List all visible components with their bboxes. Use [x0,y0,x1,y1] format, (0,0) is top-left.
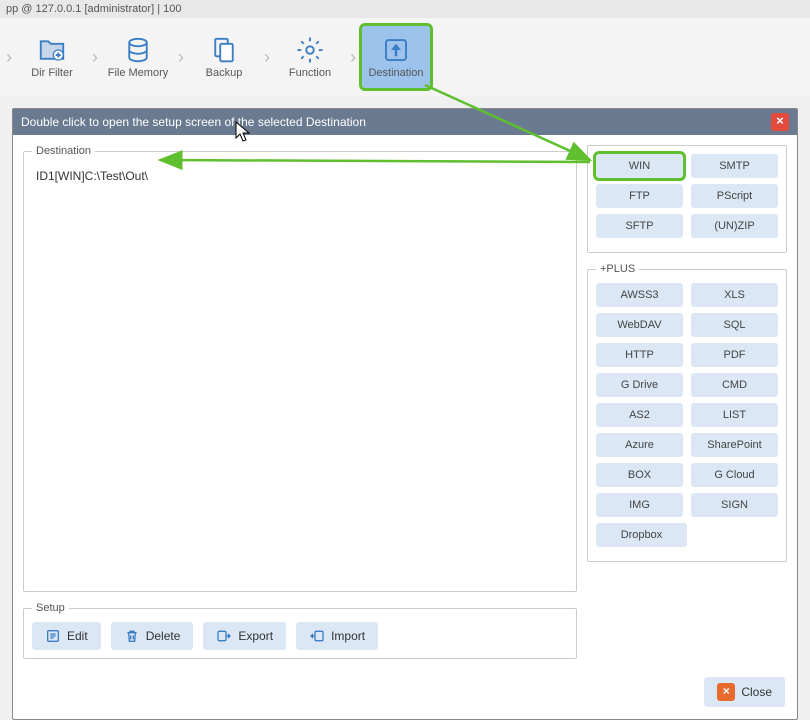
type-button-webdav[interactable]: WebDAV [596,313,683,337]
type-button-pdf[interactable]: PDF [691,343,778,367]
dialog-titlebar: Double click to open the setup screen of… [13,109,797,135]
destination-dialog: Double click to open the setup screen of… [12,108,798,720]
setup-legend: Setup [32,602,69,614]
type-button-sharepoint[interactable]: SharePoint [691,433,778,457]
destination-item[interactable]: ID1[WIN]C:\Test\Out\ [36,169,564,183]
toolbar-label: Function [289,67,331,79]
destination-legend: Destination [32,145,95,157]
toolbar-file-memory[interactable]: File Memory [104,26,172,88]
type-button-smtp[interactable]: SMTP [691,154,778,178]
type-button-sign[interactable]: SIGN [691,493,778,517]
setup-fieldset: Setup Edit Delete Export [23,602,577,659]
type-button-awss3[interactable]: AWSS3 [596,283,683,307]
window-titlebar: pp @ 127.0.0.1 [administrator] | 100 [0,0,810,18]
types-plus-fieldset: +PLUS AWSS3 XLS WebDAV SQL HTTP PDF G Drive CMD… [587,263,787,562]
import-button[interactable]: Import [296,622,378,650]
type-button-xls[interactable]: XLS [691,283,778,307]
gear-icon [295,35,325,65]
button-label: Delete [146,629,181,643]
type-button-win[interactable]: WIN [596,154,683,178]
close-button[interactable]: × Close [704,677,785,707]
type-button-azure[interactable]: Azure [596,433,683,457]
button-label: Edit [67,629,88,643]
edit-button[interactable]: Edit [32,622,101,650]
type-button-dropbox[interactable]: Dropbox [596,523,687,547]
type-button--un-zip[interactable]: (UN)ZIP [691,214,778,238]
button-label: Close [741,685,772,699]
chevron-icon: › [4,47,14,68]
chevron-icon: › [176,47,186,68]
export-button[interactable]: Export [203,622,286,650]
main-toolbar: › Dir Filter › File Memory › Backup › Fu… [0,18,810,96]
button-label: Import [331,629,365,643]
destination-list[interactable]: ID1[WIN]C:\Test\Out\ [32,165,568,583]
toolbar-destination[interactable]: Destination [362,26,430,88]
button-label: Export [238,629,273,643]
toolbar-label: Backup [206,67,243,79]
upload-icon [381,35,411,65]
files-icon [209,35,239,65]
toolbar-label: Dir Filter [31,67,73,79]
folder-plus-icon [37,35,67,65]
trash-icon [124,628,140,644]
chevron-icon: › [90,47,100,68]
dialog-title-text: Double click to open the setup screen of… [21,115,366,129]
type-button-g-drive[interactable]: G Drive [596,373,683,397]
chevron-icon: › [348,47,358,68]
type-button-sql[interactable]: SQL [691,313,778,337]
destination-fieldset: Destination ID1[WIN]C:\Test\Out\ [23,145,577,592]
type-button-img[interactable]: IMG [596,493,683,517]
type-button-http[interactable]: HTTP [596,343,683,367]
delete-button[interactable]: Delete [111,622,194,650]
chevron-icon: › [262,47,272,68]
toolbar-function[interactable]: Function [276,26,344,88]
type-button-cmd[interactable]: CMD [691,373,778,397]
type-button-box[interactable]: BOX [596,463,683,487]
database-icon [123,35,153,65]
type-button-ftp[interactable]: FTP [596,184,683,208]
type-button-list[interactable]: LIST [691,403,778,427]
dialog-close-button[interactable]: × [771,113,789,131]
types-basic-fieldset: WIN SMTP FTP PScript SFTP (UN)ZIP [587,145,787,253]
toolbar-dir-filter[interactable]: Dir Filter [18,26,86,88]
edit-icon [45,628,61,644]
type-button-g-cloud[interactable]: G Cloud [691,463,778,487]
toolbar-label: Destination [368,67,423,79]
import-icon [309,628,325,644]
close-icon: × [717,683,735,701]
toolbar-backup[interactable]: Backup [190,26,258,88]
type-button-pscript[interactable]: PScript [691,184,778,208]
plus-legend: +PLUS [596,263,639,275]
toolbar-label: File Memory [108,67,169,79]
type-button-as2[interactable]: AS2 [596,403,683,427]
export-icon [216,628,232,644]
type-button-sftp[interactable]: SFTP [596,214,683,238]
